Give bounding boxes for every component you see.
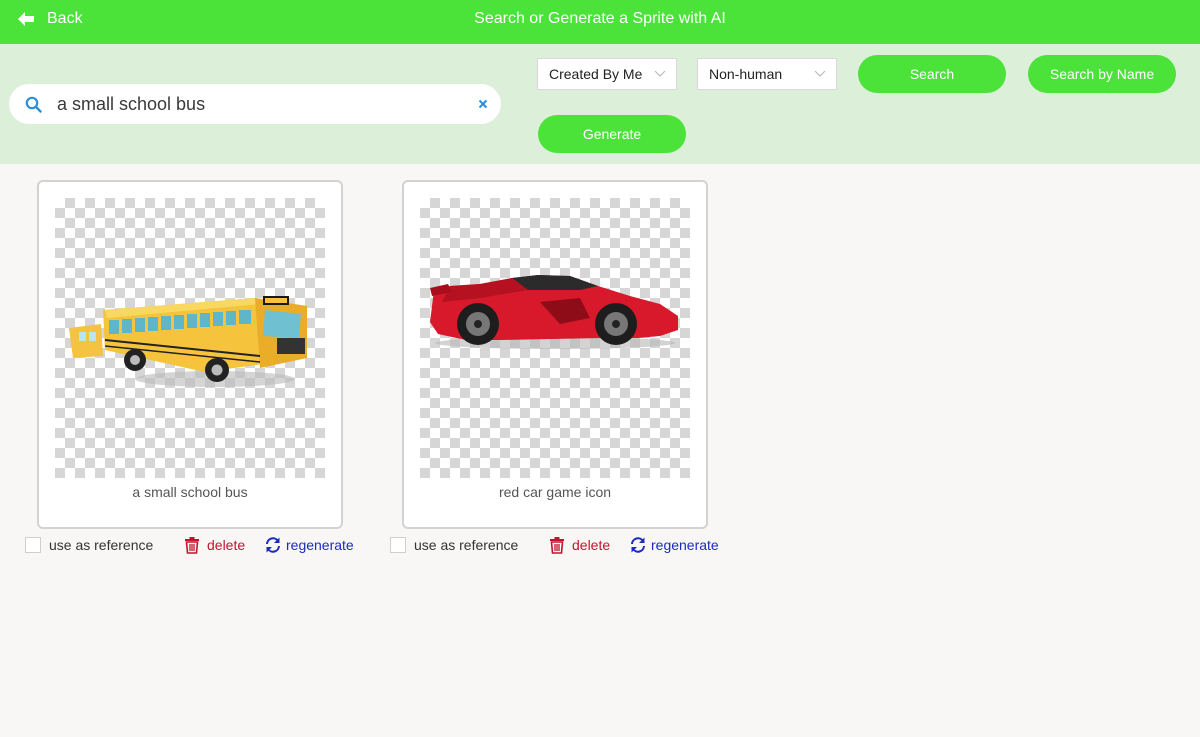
search-box [9,84,501,124]
delete-label: delete [207,537,246,553]
regenerate-label: regenerate [286,537,354,553]
sprite-thumbnail[interactable] [55,198,325,478]
delete-button[interactable]: delete [548,536,610,554]
use-as-reference-label: use as reference [414,537,519,553]
regenerate-button[interactable]: regenerate [629,536,719,554]
generate-button[interactable]: Generate [538,115,686,153]
chevron-down-icon [814,70,826,77]
owner-filter-value: Created By Me [549,66,643,82]
top-bar: Back Search or Generate a Sprite with AI [0,0,1200,44]
type-filter-value: Non-human [709,66,783,82]
search-panel: Created By Me Non-human Search Search by… [0,44,1200,164]
search-input[interactable] [57,92,457,116]
regenerate-button[interactable]: regenerate [264,536,354,554]
back-label: Back [47,10,83,27]
back-button[interactable]: Back [16,9,83,29]
use-as-reference-checkbox[interactable] [390,537,406,553]
refresh-icon [631,537,645,553]
regenerate-label: regenerate [651,537,719,553]
trash-icon [550,537,564,554]
use-as-reference-label: use as reference [49,537,154,553]
sprite-card[interactable]: a small school bus [37,180,343,529]
search-by-name-button[interactable]: Search by Name [1028,55,1176,93]
close-icon[interactable] [475,96,491,112]
school-bus-sprite [69,296,307,387]
owner-filter-select[interactable]: Created By Me [537,58,677,90]
search-icon [25,96,42,113]
type-filter-select[interactable]: Non-human [697,58,837,90]
search-button[interactable]: Search [858,55,1006,93]
chevron-down-icon [654,70,666,77]
sprite-caption: a small school bus [132,484,248,500]
use-as-reference-checkbox[interactable] [25,537,41,553]
trash-icon [185,537,199,554]
sprite-card[interactable]: red car game icon [402,180,708,529]
delete-label: delete [572,537,611,553]
sprite-caption: red car game icon [498,484,612,500]
refresh-icon [266,537,280,553]
red-car-sprite [430,275,678,349]
arrow-left-icon [18,12,34,26]
delete-button[interactable]: delete [183,536,245,554]
page-title: Search or Generate a Sprite with AI [474,10,726,27]
sprite-thumbnail[interactable] [420,198,690,478]
